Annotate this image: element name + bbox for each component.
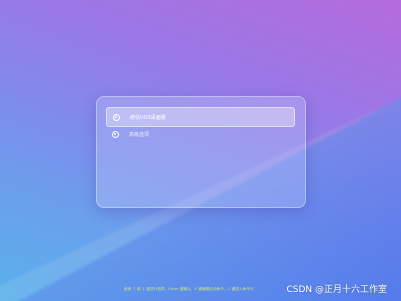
boot-menu-panel: 统信UOS桌面版 高级选项: [96, 96, 306, 208]
boot-menu-item-advanced-options[interactable]: 高级选项: [106, 124, 295, 144]
menu-item-label: 统信UOS桌面版: [130, 114, 166, 121]
boot-screen: { "menu": { "items": [ {"label": "统信UOS桌…: [0, 0, 401, 301]
radio-icon: [112, 130, 119, 138]
watermark: CSDN @正月十六工作室: [286, 285, 387, 295]
radio-icon: [113, 113, 120, 121]
keyboard-help-text: 使用 ↑ 和 ↓ 键进行选择，Enter 键确认，E 键编辑启动命令，C 键进入…: [124, 287, 254, 291]
menu-item-label: 高级选项: [129, 131, 150, 138]
